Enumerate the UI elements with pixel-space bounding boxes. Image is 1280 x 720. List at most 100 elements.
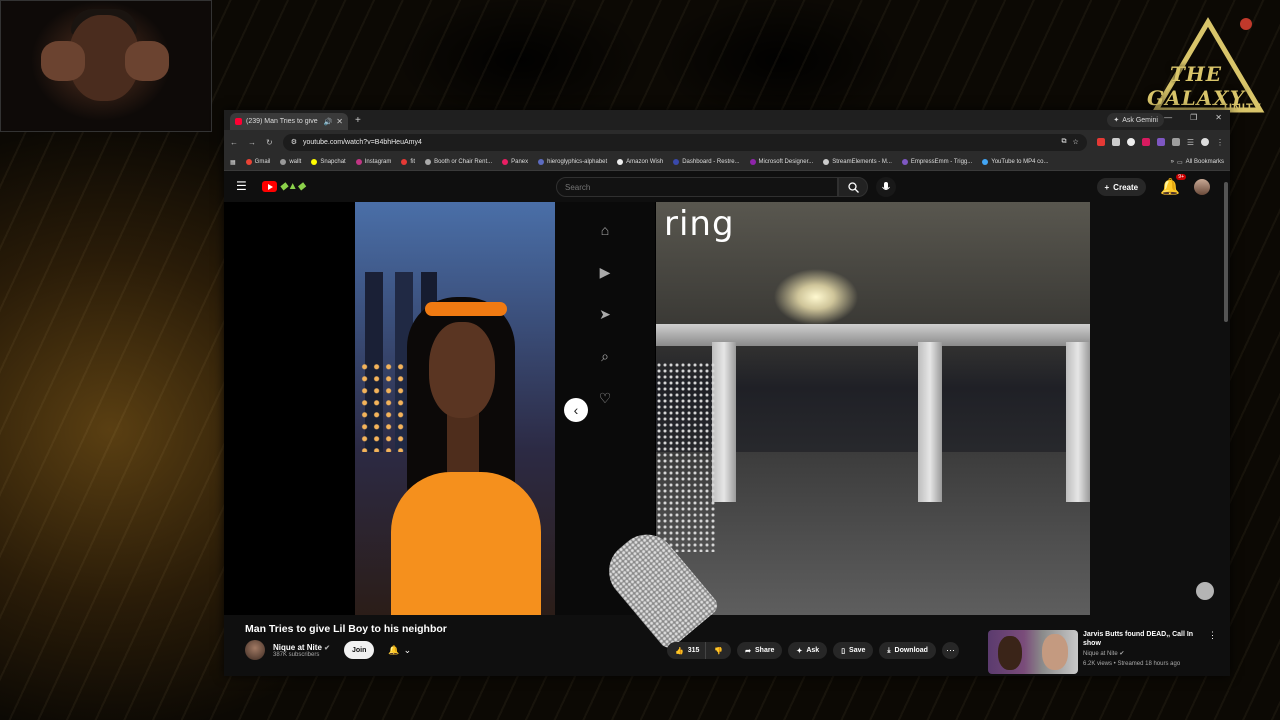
channel-avatar[interactable]: [245, 640, 265, 660]
save-button[interactable]: ▯ Save: [833, 642, 874, 659]
like-button[interactable]: 👍 315: [667, 642, 706, 659]
download-icon: ⤓: [887, 646, 891, 654]
video-player[interactable]: ⌂ ▶ ➤ ⌕ ♡ ‹ ring: [224, 202, 1224, 652]
star-icon[interactable]: ☆: [1073, 138, 1079, 146]
bookmark-item[interactable]: Panex: [502, 159, 528, 165]
apps-grid-icon[interactable]: ▦: [230, 159, 236, 166]
heart-icon: ♡: [598, 390, 612, 406]
media-icon[interactable]: ☰: [1187, 138, 1194, 147]
extension-icon[interactable]: [1126, 138, 1135, 146]
bookmark-item[interactable]: Dashboard - Restre...: [673, 159, 740, 165]
extension-icon[interactable]: [1111, 138, 1120, 146]
like-count: 315: [687, 647, 700, 654]
bookmark-item[interactable]: YouTube to MP4 co...: [982, 159, 1049, 165]
bookmark-item[interactable]: fit: [401, 159, 415, 165]
account-avatar[interactable]: [1194, 179, 1210, 195]
recommended-info: Jarvis Butts found DEAD,, Call In show N…: [1083, 630, 1203, 676]
youtube-favicon-icon: [235, 118, 242, 125]
close-window-icon[interactable]: ✕: [1215, 113, 1222, 122]
recommended-thumbnail[interactable]: [988, 630, 1078, 674]
bookmark-label: EmpressEmm - Trigg...: [910, 159, 973, 165]
share-button[interactable]: ➦ Share: [737, 642, 783, 659]
extension-icon[interactable]: [1141, 138, 1150, 146]
bookmark-item[interactable]: Snapchat: [311, 159, 346, 165]
porch-pillar: [918, 342, 942, 502]
kebab-menu-icon[interactable]: ⋮: [1208, 630, 1217, 676]
search-icon: ⌕: [601, 348, 609, 364]
download-button[interactable]: ⤓ Download: [879, 642, 936, 659]
search-icon: [847, 181, 859, 193]
bookmark-icon: [673, 159, 680, 165]
join-button[interactable]: Join: [344, 641, 375, 659]
speaker-icon[interactable]: 🔊: [324, 118, 333, 126]
url-field[interactable]: ⚙ youtube.com/watch?v=B4bhHeuAmy4 ⧉ ☆: [282, 133, 1087, 151]
new-tab-icon[interactable]: +: [355, 115, 361, 126]
creator-badge-icon: [1196, 582, 1214, 600]
restore-icon[interactable]: ❐: [1190, 113, 1197, 122]
youtube-play-icon: [262, 180, 277, 192]
kebab-menu-icon[interactable]: ⋮: [1216, 138, 1224, 147]
bookmark-item[interactable]: wallt: [280, 159, 301, 165]
minimize-icon[interactable]: —: [1164, 113, 1172, 122]
bookmark-item[interactable]: Gmail: [245, 159, 270, 165]
profile-icon[interactable]: [1201, 138, 1209, 146]
ring-watermark: ring: [664, 204, 735, 244]
notifications-button[interactable]: 🔔 9+: [1160, 174, 1186, 197]
search-button[interactable]: [838, 177, 868, 197]
webcam-hand-right: [125, 41, 169, 81]
chevron-right-icon: »: [1170, 159, 1174, 165]
ask-gemini-button[interactable]: ✦ Ask Gemini: [1107, 113, 1164, 127]
search-area: [556, 177, 896, 197]
create-button[interactable]: + Create: [1096, 178, 1147, 196]
site-info-icon[interactable]: ⚙: [291, 138, 297, 146]
youtube-header: ☰ ◆▲◆ + Create 🔔 9+: [224, 171, 1230, 201]
extension-icon[interactable]: [1096, 138, 1105, 146]
microphone-icon: [882, 181, 890, 190]
bookmark-item[interactable]: hieroglyphics-alphabet: [538, 159, 607, 165]
extensions-puzzle-icon[interactable]: [1171, 138, 1180, 146]
close-tab-icon[interactable]: ✕: [336, 117, 343, 126]
browser-tab[interactable]: (239) Man Tries to give Lil B 🔊 ✕: [230, 113, 348, 130]
bookmark-icon: [502, 159, 509, 165]
bookmark-item[interactable]: Amazon Wish: [617, 159, 663, 165]
presenter-headband: [425, 302, 507, 316]
more-actions-button[interactable]: ⋯: [941, 642, 959, 659]
subscribed-bell-button[interactable]: 🔔 ⌄: [382, 641, 417, 659]
window-controls: — ❐ ✕: [1164, 113, 1222, 122]
video-right-pad: [1090, 202, 1224, 615]
bookmark-item[interactable]: Booth or Chair Rent...: [425, 159, 492, 165]
all-bookmarks[interactable]: » ▭ All Bookmarks: [1171, 159, 1224, 166]
search-input[interactable]: [556, 177, 838, 197]
page-scrollbar[interactable]: [1224, 182, 1228, 322]
bookmark-label: Booth or Chair Rent...: [434, 159, 493, 165]
bookmark-item[interactable]: Instagram: [355, 159, 391, 165]
bookmark-icon: [749, 159, 756, 165]
send-icon: ➤: [599, 306, 611, 322]
youtube-logo[interactable]: ◆▲◆: [262, 180, 305, 192]
forward-icon[interactable]: →: [248, 138, 256, 147]
dislike-button[interactable]: 👎: [705, 642, 732, 659]
install-icon[interactable]: ⧉: [1062, 138, 1067, 146]
sparkle-icon: ✦: [796, 647, 803, 655]
recommended-title[interactable]: Jarvis Butts found DEAD,, Call In show: [1083, 630, 1203, 648]
channel-name[interactable]: Nique at Nite ✔: [273, 643, 330, 652]
recommended-video[interactable]: Jarvis Butts found DEAD,, Call In show N…: [988, 630, 1220, 676]
folder-icon: ▭: [1176, 159, 1183, 166]
ask-button[interactable]: ✦ Ask: [788, 642, 828, 659]
extension-icon[interactable]: [1156, 138, 1165, 146]
bookmark-label: Amazon Wish: [626, 159, 664, 165]
amazon-icon: [617, 159, 624, 165]
voice-search-button[interactable]: [876, 177, 896, 197]
ellipsis-icon: ⋯: [945, 645, 955, 655]
header-right: + Create 🔔 9+: [1096, 174, 1210, 197]
thumb-person: [1042, 634, 1068, 670]
reload-icon[interactable]: ↻: [266, 138, 273, 147]
bookmark-item[interactable]: EmpressEmm - Trigg...: [901, 159, 973, 165]
back-icon[interactable]: ←: [230, 138, 238, 147]
porch-pillar: [1066, 342, 1090, 502]
hamburger-menu-icon[interactable]: ☰: [236, 179, 252, 193]
download-label: Download: [894, 647, 928, 654]
bookmark-item[interactable]: StreamElements - M...: [823, 159, 892, 165]
bookmark-item[interactable]: Microsoft Designer...: [749, 159, 813, 165]
gmail-icon: [245, 159, 252, 165]
